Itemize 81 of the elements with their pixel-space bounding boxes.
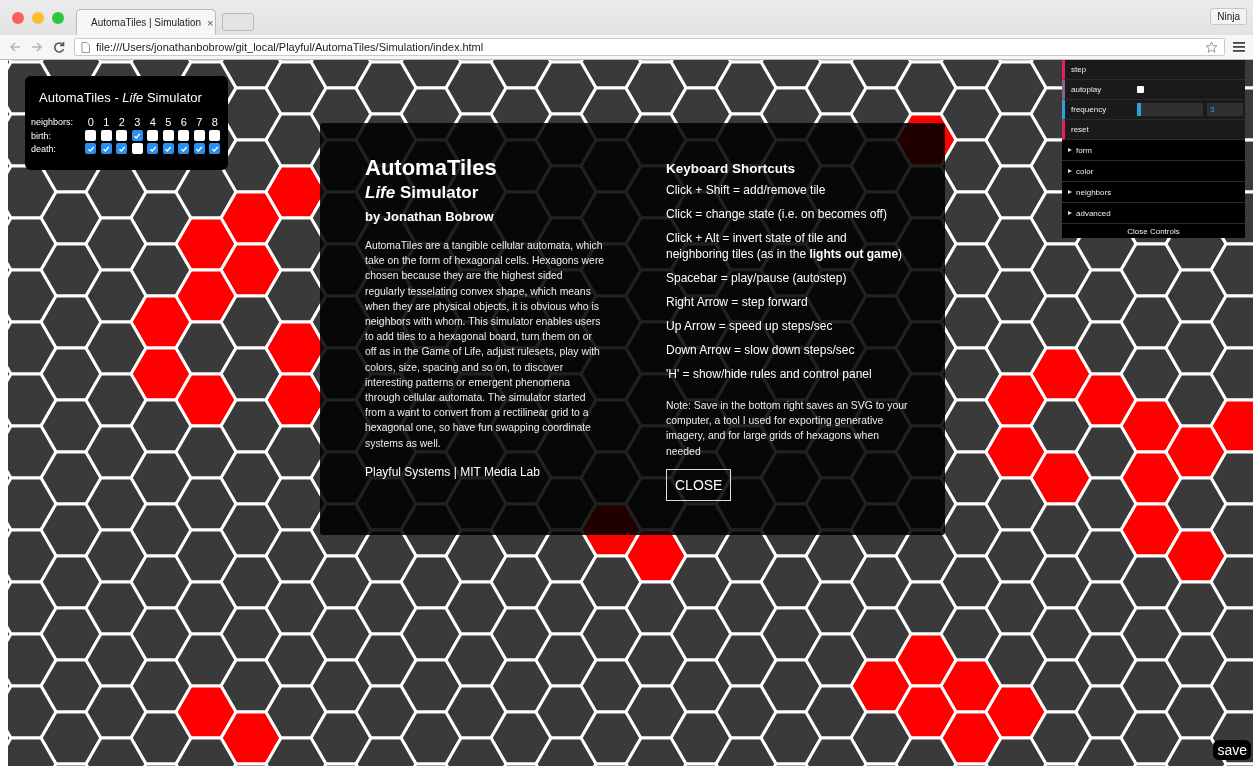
shortcuts-heading: Keyboard Shortcuts bbox=[666, 161, 797, 176]
neighbor-count: 2 bbox=[117, 116, 126, 128]
description-text: AutomaTiles are a tangible cellular automata, which take on the form of hexagonal cells. Hexagons were chosen because they are the highest sided regularly tesselating convex shape, which means when they are physical objects, it is obvious who is neighbors with whom. This simulator enables users to add tiles to a hexagonal board, turn them on or off as in the Game of Life, adjust rulesets, play with colors, size, spacing and so on, to discover interesting patterns or emergent phenomena through cellular automata. The simulator started from a want to convert from a rectilinear grid to a hexagonal one, so have fun swapping coordinate systems as well. bbox=[365, 239, 605, 451]
control-row[interactable]: frequency 3 bbox=[1062, 100, 1245, 120]
triangle-icon bbox=[1068, 190, 1072, 194]
credit-text: Playful Systems | MIT Media Lab bbox=[365, 464, 541, 479]
triangle-icon bbox=[1068, 169, 1072, 173]
folder-label: form bbox=[1076, 145, 1092, 155]
neighbor-count: 4 bbox=[148, 116, 157, 128]
profile-button[interactable]: Ninja bbox=[1210, 8, 1247, 25]
rule-checkbox[interactable] bbox=[178, 143, 190, 154]
shortcut-text: Down Arrow = slow down steps/sec bbox=[666, 342, 856, 358]
folder-row[interactable]: color bbox=[1062, 161, 1245, 182]
shortcut-text: Click = change state (i.e. on becomes off) bbox=[666, 206, 888, 222]
shortcut-text: 'H' = show/hide rules and control panel bbox=[666, 366, 873, 382]
control-row[interactable]: autoplay bbox=[1062, 80, 1245, 100]
rule-checkbox[interactable] bbox=[85, 130, 97, 141]
neighbor-count: 5 bbox=[164, 116, 173, 128]
rule-checkbox[interactable] bbox=[147, 143, 159, 154]
shortcut-text: Spacebar = play/pause (autostep) bbox=[666, 270, 848, 286]
triangle-icon bbox=[1068, 211, 1072, 215]
shortcut-text: Right Arrow = step forward bbox=[666, 294, 809, 310]
autoplay-checkbox[interactable] bbox=[1137, 86, 1144, 93]
note-text: Note: Save in the bottom right saves an SVG to your computer, a tool I used for exporting generative imagery, and for large grids of hexagons when needed bbox=[666, 399, 908, 459]
control-row[interactable]: step bbox=[1062, 60, 1245, 80]
dialog-subtitle: Life Simulator bbox=[365, 183, 480, 203]
row-label: neighbors: bbox=[31, 117, 75, 127]
control-label: frequency bbox=[1071, 105, 1108, 114]
rule-checkbox[interactable] bbox=[162, 130, 174, 141]
rule-checkbox[interactable] bbox=[131, 143, 143, 154]
value-field[interactable]: 3 bbox=[1207, 103, 1243, 116]
rule-checkbox[interactable] bbox=[193, 130, 205, 141]
control-label: autoplay bbox=[1071, 85, 1103, 94]
rule-checkbox[interactable] bbox=[162, 143, 174, 154]
rule-checkbox[interactable] bbox=[209, 143, 221, 154]
menu-icon[interactable] bbox=[1233, 42, 1245, 52]
close-window-button[interactable] bbox=[12, 11, 24, 24]
triangle-icon bbox=[1068, 148, 1072, 152]
folder-label: color bbox=[1076, 166, 1094, 176]
rule-checkbox[interactable] bbox=[193, 143, 205, 154]
star-icon[interactable] bbox=[1205, 40, 1218, 54]
browser-tab[interactable]: AutomaTiles | Simulation × bbox=[76, 9, 216, 35]
rules-title: AutomaTiles - Life Simulator bbox=[39, 90, 203, 105]
row-label: birth: bbox=[31, 130, 52, 141]
neighbor-count: 0 bbox=[86, 116, 95, 128]
rule-checkbox[interactable] bbox=[100, 143, 112, 154]
shortcut-text: Up Arrow = speed up steps/sec bbox=[666, 318, 834, 334]
author-byline: by Jonathan Bobrow bbox=[365, 209, 495, 224]
save-button[interactable]: save bbox=[1213, 740, 1251, 760]
neighbor-count: 7 bbox=[195, 116, 204, 128]
control-label: step bbox=[1071, 65, 1088, 74]
tab-title: AutomaTiles | Simulation bbox=[91, 17, 202, 28]
neighbor-count: 6 bbox=[179, 116, 188, 128]
rule-checkbox[interactable] bbox=[147, 130, 159, 141]
control-label: reset bbox=[1071, 125, 1090, 134]
slider-track[interactable] bbox=[1137, 103, 1203, 116]
folder-row[interactable]: neighbors bbox=[1062, 182, 1245, 203]
neighbor-count: 8 bbox=[210, 116, 219, 128]
folder-label: neighbors bbox=[1076, 187, 1112, 197]
url-text: file:///Users/jonathanbobrow/git_local/Playful/AutomaTiles/Simulation/index.html bbox=[96, 41, 485, 53]
row-label: death: bbox=[31, 143, 58, 154]
rule-checkbox[interactable] bbox=[116, 130, 128, 141]
rule-checkbox[interactable] bbox=[131, 130, 143, 141]
folder-row[interactable]: form bbox=[1062, 140, 1245, 161]
address-bar[interactable]: file:///Users/jonathanbobrow/git_local/Playful/AutomaTiles/Simulation/index.html bbox=[74, 38, 1225, 56]
rule-checkbox[interactable] bbox=[178, 130, 190, 141]
reload-icon[interactable] bbox=[52, 40, 66, 54]
rule-checkbox[interactable] bbox=[209, 130, 221, 141]
dialog-title: AutomaTiles bbox=[365, 155, 498, 181]
rule-checkbox[interactable] bbox=[116, 143, 128, 154]
neighbor-count: 1 bbox=[102, 116, 111, 128]
tab-close-button[interactable]: × bbox=[207, 16, 214, 29]
neighbor-count: 3 bbox=[133, 116, 142, 128]
rule-checkbox[interactable] bbox=[85, 143, 97, 154]
rule-checkbox[interactable] bbox=[100, 130, 112, 141]
shortcut-text: Click + Shift = add/remove tile bbox=[666, 182, 827, 198]
control-row[interactable]: reset bbox=[1062, 120, 1245, 140]
close-button[interactable]: CLOSE bbox=[666, 468, 732, 501]
folder-label: advanced bbox=[1076, 208, 1111, 218]
page-icon bbox=[81, 41, 90, 53]
shortcut-text: Click + Alt = invert state of tile and neighboring tiles (as in the lights out game) bbox=[666, 230, 904, 262]
